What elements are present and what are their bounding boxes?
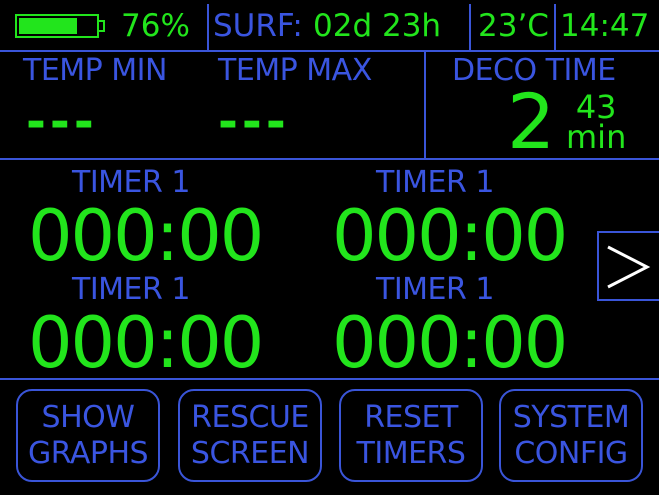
button-label: SYSTEM (512, 399, 630, 435)
battery-tip (99, 20, 105, 32)
button-label: SHOW (41, 399, 135, 435)
temp-min-value: --- (26, 94, 98, 150)
clock: 14:47 (560, 8, 650, 44)
next-page-button[interactable] (597, 231, 659, 301)
status-divider (554, 4, 556, 50)
header-divider (0, 50, 659, 52)
temp-max-value: --- (218, 94, 290, 150)
temperature-readout: 23’C (478, 8, 549, 44)
button-label: GRAPHS (27, 435, 149, 471)
system-config-button[interactable]: SYSTEM CONFIG (499, 389, 643, 482)
button-label: RESCUE (191, 399, 309, 435)
status-divider (469, 4, 471, 50)
rescue-screen-button[interactable]: RESCUE SCREEN (178, 389, 322, 482)
timer-value: 000:00 (28, 302, 264, 384)
timer-value: 000:00 (332, 302, 568, 384)
button-label: TIMERS (356, 435, 466, 471)
timer-value: 000:00 (28, 195, 264, 277)
chevron-right-icon (607, 245, 651, 289)
buttons-divider (0, 378, 659, 380)
deco-time-unit: min (566, 118, 627, 156)
button-label: CONFIG (514, 435, 628, 471)
timer-value: 000:00 (332, 195, 568, 277)
surface-label: SURF: (213, 8, 303, 44)
deco-time-sub: 43 min (566, 91, 627, 156)
temp-max-label: TEMP MAX (218, 53, 372, 88)
timers-divider (0, 158, 659, 160)
reset-timers-button[interactable]: RESET TIMERS (339, 389, 483, 482)
surface-time: 02d 23h (313, 8, 442, 44)
battery-fill (19, 18, 77, 34)
deco-time-main: 2 (507, 77, 556, 166)
show-graphs-button[interactable]: SHOW GRAPHS (16, 389, 160, 482)
button-label: RESET (364, 399, 458, 435)
battery-percent: 76% (121, 8, 190, 44)
battery-icon (15, 14, 99, 38)
temp-min-label: TEMP MIN (23, 53, 167, 88)
deco-divider (424, 50, 426, 158)
button-label: SCREEN (190, 435, 310, 471)
status-divider (207, 4, 209, 50)
